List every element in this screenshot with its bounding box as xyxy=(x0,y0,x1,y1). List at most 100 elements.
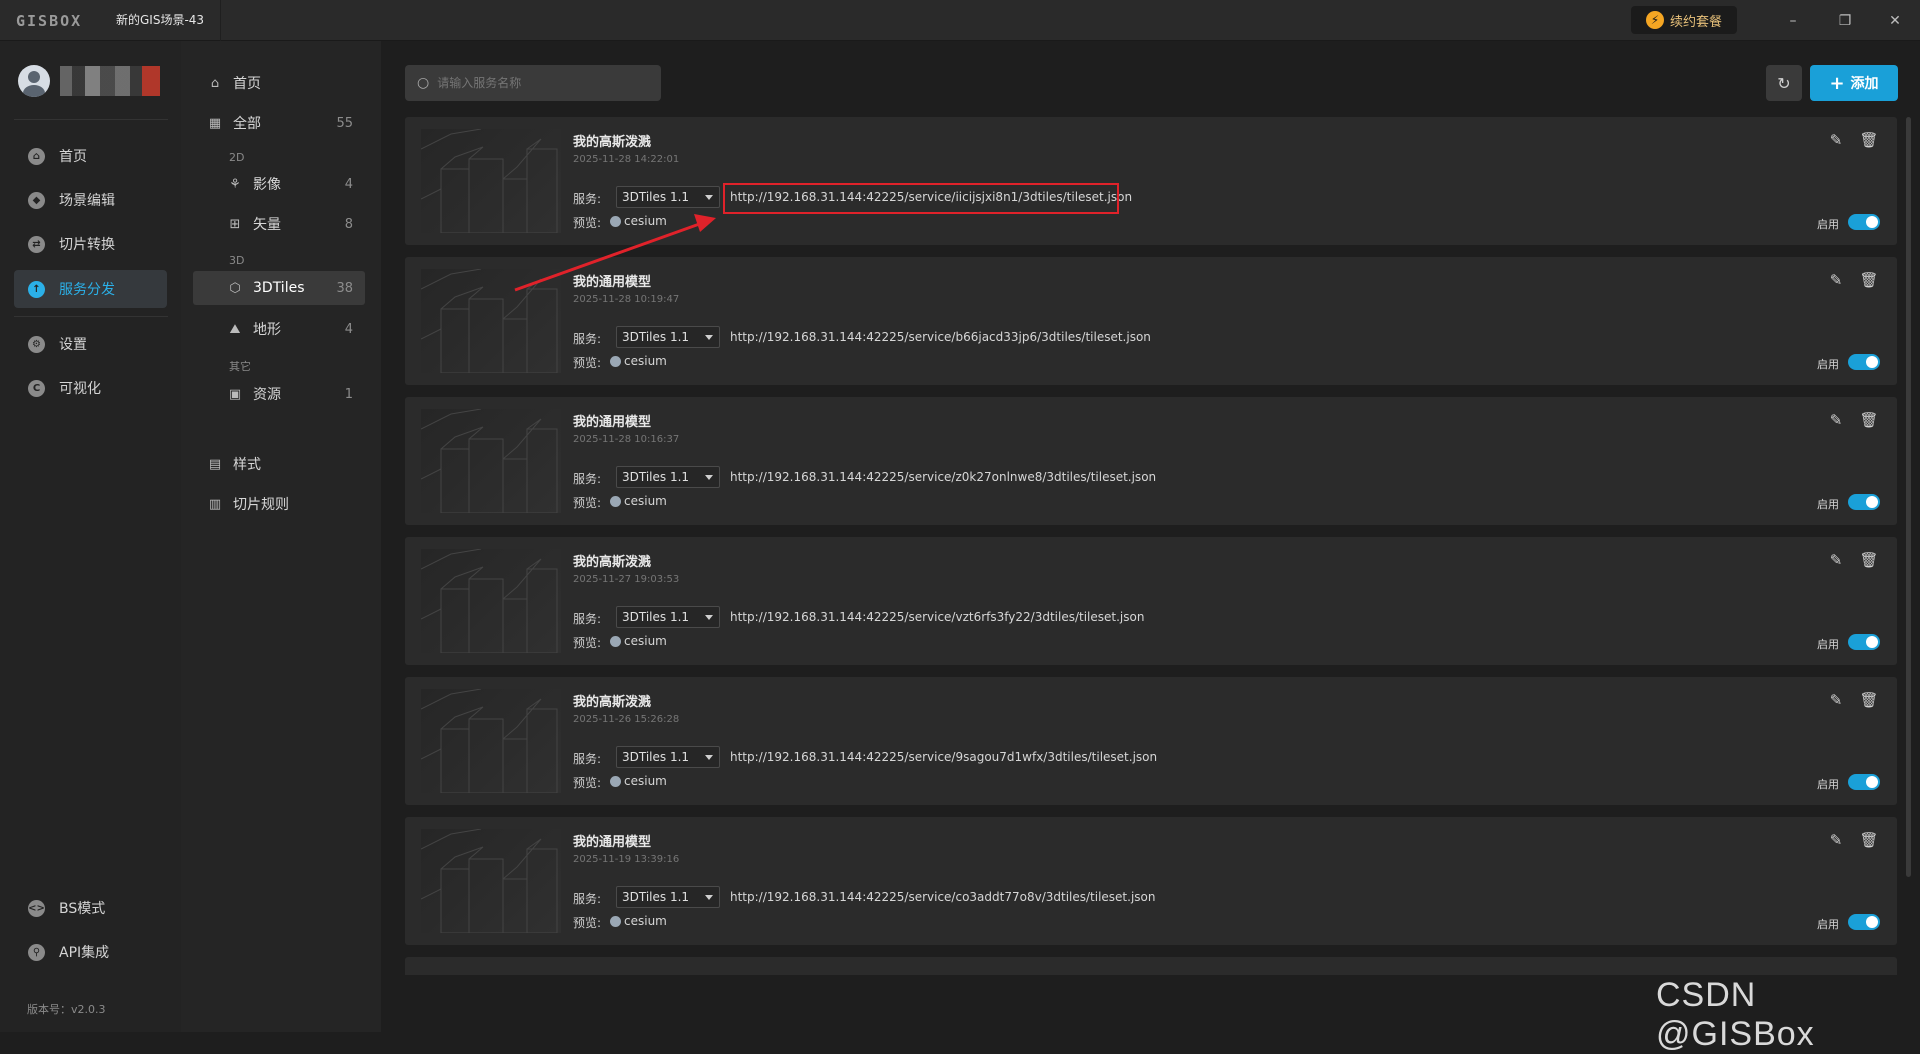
edit-button[interactable]: ✎ xyxy=(1827,691,1845,709)
service-label: 服务: xyxy=(573,192,602,206)
service-card: 我的通用模型 2025-11-28 10:19:47 服务: 3DTiles 1.1 h… xyxy=(405,257,1897,385)
enabled-toggle[interactable] xyxy=(1848,214,1880,230)
search-box[interactable]: ○ xyxy=(405,65,661,101)
version-select-value: 3DTiles 1.1 xyxy=(622,610,690,624)
delete-button[interactable]: 🗑 xyxy=(1859,271,1878,289)
enabled-toggle[interactable] xyxy=(1848,634,1880,650)
nav2-label: 矢量 xyxy=(253,217,281,233)
preview-link[interactable]: cesium xyxy=(624,774,667,788)
edit-button[interactable]: ✎ xyxy=(1827,131,1845,149)
service-url[interactable]: http://192.168.31.144:42225/service/z0k2… xyxy=(730,470,1156,484)
service-title: 我的高斯泼溅 xyxy=(573,695,652,710)
scrollbar[interactable] xyxy=(1906,117,1911,877)
trash-icon: 🗑 xyxy=(1859,551,1879,569)
edit-button[interactable]: ✎ xyxy=(1827,411,1845,429)
version-select[interactable]: 3DTiles 1.1 xyxy=(616,326,720,348)
delete-button[interactable]: 🗑 xyxy=(1859,131,1878,149)
nav-item-tile-convert[interactable]: ⇄ 切片转换 xyxy=(14,225,167,263)
nav-item-home[interactable]: ⌂ 首页 xyxy=(14,137,167,175)
nav-item-label: API集成 xyxy=(59,945,110,961)
preview-link[interactable]: cesium xyxy=(624,914,667,928)
edit-button[interactable]: ✎ xyxy=(1827,551,1845,569)
nav2-item-3dtiles[interactable]: ⬡ 3DTiles 38 xyxy=(193,271,365,305)
nav2-item-all[interactable]: ▦ 全部 55 xyxy=(193,106,365,140)
version-select[interactable]: 3DTiles 1.1 xyxy=(616,186,720,208)
add-button[interactable]: + 添加 xyxy=(1810,65,1898,101)
delete-button[interactable]: 🗑 xyxy=(1859,411,1878,429)
count-badge: 4 xyxy=(344,321,353,337)
chevron-down-icon xyxy=(705,475,713,480)
service-url[interactable]: http://192.168.31.144:42225/service/b66j… xyxy=(730,330,1151,344)
style-icon: ▤ xyxy=(208,456,222,472)
edit-button[interactable]: ✎ xyxy=(1827,831,1845,849)
version-select-value: 3DTiles 1.1 xyxy=(622,470,690,484)
nav2-item-imagery[interactable]: ⚘ 影像 4 xyxy=(193,167,365,201)
preview-link[interactable]: cesium xyxy=(624,354,667,368)
secondary-sidebar: ⌂ 首页 ▦ 全部 55 2D ⚘ 影像 4 ⊞ 矢量 8 3D ⬡ 3DTil… xyxy=(181,41,381,1032)
scene-title-tab[interactable]: 新的GIS场景-43 xyxy=(100,0,222,41)
home-icon: ⌂ xyxy=(28,147,45,165)
enabled-toggle[interactable] xyxy=(1848,774,1880,790)
close-button[interactable]: ✕ xyxy=(1872,0,1918,41)
renew-plan-button[interactable]: ⚡ 续约套餐 xyxy=(1631,6,1737,34)
delete-button[interactable]: 🗑 xyxy=(1859,551,1879,569)
nav2-label: 切片规则 xyxy=(233,497,289,513)
nav-item-visualization[interactable]: C 可视化 xyxy=(14,369,167,407)
nav2-item-resource[interactable]: ▣ 资源 1 xyxy=(193,377,365,411)
globe-icon xyxy=(610,216,621,227)
preview-label: 预览: xyxy=(573,916,602,930)
nav2-item-tile-rules[interactable]: ▥ 切片规则 xyxy=(193,487,365,521)
enabled-label: 启用 xyxy=(1817,358,1839,371)
nav2-label: 3DTiles xyxy=(253,280,305,296)
refresh-button[interactable]: ↻ xyxy=(1766,65,1802,101)
enabled-toggle[interactable] xyxy=(1848,354,1880,370)
enabled-toggle[interactable] xyxy=(1848,494,1880,510)
delete-button[interactable]: 🗑 xyxy=(1859,691,1878,709)
nav2-item-terrain[interactable]: ⛰ 地形 4 xyxy=(193,312,365,346)
nav-item-service-publish[interactable]: ↑ 服务分发 xyxy=(14,270,167,308)
version-select[interactable]: 3DTiles 1.1 xyxy=(616,606,720,628)
enabled-label: 启用 xyxy=(1817,778,1839,791)
globe-icon xyxy=(610,776,621,787)
nav-item-api[interactable]: ⚲ API集成 xyxy=(14,933,167,971)
nav-item-label: 切片转换 xyxy=(59,237,115,253)
enabled-toggle[interactable] xyxy=(1848,914,1880,930)
gear-icon: ⚙ xyxy=(28,335,45,353)
service-thumbnail xyxy=(421,689,561,793)
version-select-value: 3DTiles 1.1 xyxy=(622,750,690,764)
delete-button[interactable]: 🗑 xyxy=(1859,831,1878,849)
renew-plan-label: 续约套餐 xyxy=(1669,14,1722,30)
service-url[interactable]: http://192.168.31.144:42225/service/9sag… xyxy=(730,750,1157,764)
refresh-icon: ↻ xyxy=(1777,73,1791,93)
service-url[interactable]: http://192.168.31.144:42225/service/vzt6… xyxy=(730,610,1144,624)
search-input[interactable] xyxy=(437,76,638,90)
preview-link[interactable]: cesium xyxy=(624,494,667,508)
preview-link[interactable]: cesium xyxy=(624,214,667,228)
version-select[interactable]: 3DTiles 1.1 xyxy=(616,886,720,908)
nav2-label: 全部 xyxy=(233,116,261,132)
edit-icon: ✎ xyxy=(1829,551,1843,569)
restore-button[interactable]: ❐ xyxy=(1822,0,1868,41)
version-select[interactable]: 3DTiles 1.1 xyxy=(616,746,720,768)
service-label: 服务: xyxy=(573,472,602,486)
nav2-item-vector[interactable]: ⊞ 矢量 8 xyxy=(193,207,365,241)
user-profile[interactable] xyxy=(18,65,160,97)
service-url[interactable]: http://192.168.31.144:42225/service/co3a… xyxy=(730,890,1155,904)
nav-item-scene-edit[interactable]: ◆ 场景编辑 xyxy=(14,181,167,219)
service-thumbnail xyxy=(421,129,561,233)
preview-label: 预览: xyxy=(573,356,602,370)
nav-item-label: 可视化 xyxy=(59,381,101,397)
service-thumbnail xyxy=(421,829,561,933)
preview-link[interactable]: cesium xyxy=(624,634,667,648)
minimize-button[interactable]: – xyxy=(1770,0,1816,41)
nav-item-settings[interactable]: ⚙ 设置 xyxy=(14,325,167,363)
nav2-item-style[interactable]: ▤ 样式 xyxy=(193,447,365,481)
nav2-item-home[interactable]: ⌂ 首页 xyxy=(193,66,365,100)
edit-button[interactable]: ✎ xyxy=(1827,271,1845,289)
enabled-label: 启用 xyxy=(1817,218,1839,231)
chevron-down-icon xyxy=(705,755,713,760)
version-select[interactable]: 3DTiles 1.1 xyxy=(616,466,720,488)
chart-icon: C xyxy=(28,379,45,397)
nav-item-bs-mode[interactable]: <> BS模式 xyxy=(14,889,167,927)
nav-item-label: 服务分发 xyxy=(59,282,115,298)
